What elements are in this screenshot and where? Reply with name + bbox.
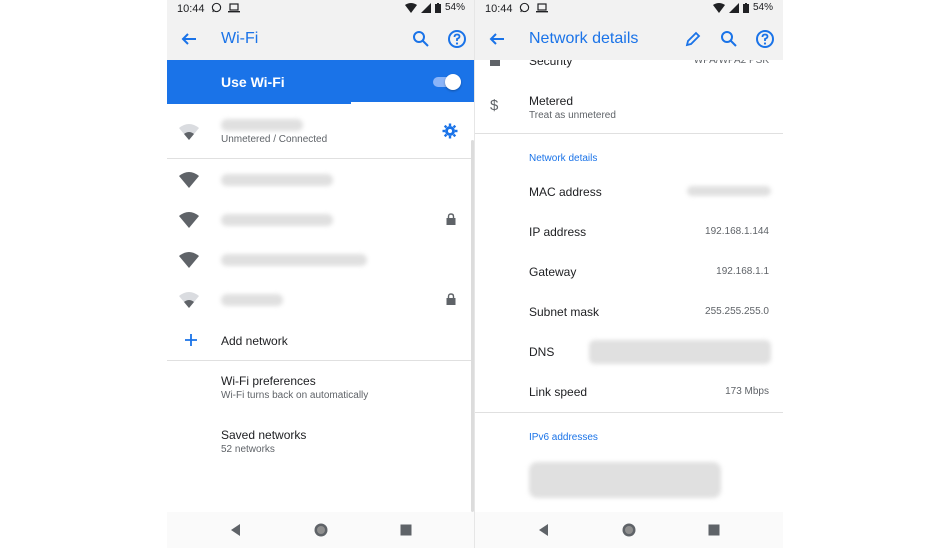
search-icon[interactable] xyxy=(411,29,431,49)
divider xyxy=(475,412,783,413)
detail-label: IP address xyxy=(529,225,587,239)
wifi-screen: 10:44 54% Wi-Fi Use Wi-Fi Unmetered / Co… xyxy=(167,0,475,548)
lock-icon xyxy=(446,293,456,305)
detail-value: 173 Mbps xyxy=(725,386,769,397)
gear-icon[interactable] xyxy=(442,123,458,139)
network-name-redacted xyxy=(221,119,303,131)
app-bar: Wi-Fi xyxy=(167,18,475,60)
detail-label: MAC address xyxy=(529,185,602,199)
battery-percent: 54% xyxy=(752,2,773,13)
wifi-icon xyxy=(179,212,199,228)
network-details-screen: 10:44 54% Security WPA/WPA2 PSK Network … xyxy=(475,0,783,548)
saved-networks-row[interactable]: Saved networks 52 networks xyxy=(167,416,475,468)
detail-value: 255.255.255.0 xyxy=(705,306,769,317)
app-bar: Network details xyxy=(475,18,783,60)
add-network-label: Add network xyxy=(221,334,288,348)
use-wifi-row[interactable]: Use Wi-Fi xyxy=(167,60,475,104)
whatsapp-icon xyxy=(211,2,222,13)
connected-network-row[interactable]: Unmetered / Connected xyxy=(167,104,475,158)
network-row[interactable] xyxy=(167,160,475,200)
laptop-icon xyxy=(536,2,548,12)
page-title: Network details xyxy=(529,30,639,47)
help-icon[interactable] xyxy=(447,29,467,49)
wifi-icon xyxy=(179,172,199,188)
metered-title: Metered xyxy=(529,94,574,108)
page-title: Wi-Fi xyxy=(221,30,259,47)
detail-row-gateway: Gateway 192.168.1.1 xyxy=(475,252,783,292)
wifi-signal-icon xyxy=(712,2,725,13)
cell-signal-icon xyxy=(420,2,431,13)
search-icon[interactable] xyxy=(719,29,739,49)
metered-row[interactable]: $ Metered Treat as unmetered xyxy=(475,86,783,130)
dollar-icon: $ xyxy=(490,97,499,114)
back-nav-icon[interactable] xyxy=(535,521,553,539)
nav-bar xyxy=(475,512,783,548)
laptop-icon xyxy=(228,2,240,12)
recents-nav-icon[interactable] xyxy=(705,521,723,539)
network-name-redacted xyxy=(221,174,333,186)
detail-row-link-speed: Link speed 173 Mbps xyxy=(475,372,783,412)
wifi-icon xyxy=(179,292,199,308)
battery-icon xyxy=(434,2,441,13)
wifi-toggle[interactable] xyxy=(433,74,461,90)
status-time: 10:44 xyxy=(485,3,513,15)
battery-icon xyxy=(742,2,749,13)
detail-value: 192.168.1.1 xyxy=(716,266,769,277)
network-name-redacted xyxy=(221,214,333,226)
divider xyxy=(167,360,475,361)
network-row[interactable] xyxy=(167,240,475,280)
network-name-redacted xyxy=(221,294,283,306)
detail-row-mac: MAC address xyxy=(475,172,783,212)
pref-title: Wi-Fi preferences xyxy=(221,374,316,388)
network-row[interactable] xyxy=(167,200,475,240)
home-nav-icon[interactable] xyxy=(620,521,638,539)
status-bar: 10:44 54% xyxy=(167,0,475,18)
detail-row-dns: DNS xyxy=(475,332,783,372)
saved-title: Saved networks xyxy=(221,428,307,442)
add-network-row[interactable]: Add network xyxy=(167,320,475,360)
edit-pencil-icon[interactable] xyxy=(683,29,703,49)
mac-redacted xyxy=(687,186,771,196)
detail-label: Gateway xyxy=(529,265,577,279)
battery-percent: 54% xyxy=(444,2,465,13)
back-arrow-icon[interactable] xyxy=(179,29,199,49)
back-nav-icon[interactable] xyxy=(227,521,245,539)
cell-signal-icon xyxy=(728,2,739,13)
connected-status: Unmetered / Connected xyxy=(221,134,328,145)
divider xyxy=(475,133,783,134)
detail-value: 192.168.1.144 xyxy=(705,226,769,237)
wifi-icon xyxy=(179,124,199,140)
lock-icon xyxy=(446,213,456,225)
use-wifi-label: Use Wi-Fi xyxy=(221,74,285,90)
dns-redacted xyxy=(589,340,771,364)
nav-bar xyxy=(167,512,475,548)
detail-row-subnet: Subnet mask 255.255.255.0 xyxy=(475,292,783,332)
detail-row-ip: IP address 192.168.1.144 xyxy=(475,212,783,252)
network-name-redacted xyxy=(221,254,367,266)
status-time: 10:44 xyxy=(177,3,205,15)
detail-label: Link speed xyxy=(529,385,588,399)
wifi-icon xyxy=(179,252,199,268)
network-row[interactable] xyxy=(167,280,475,320)
section-ipv6: IPv6 addresses xyxy=(529,432,598,443)
recents-nav-icon[interactable] xyxy=(397,521,415,539)
section-network-details: Network details xyxy=(529,153,598,164)
metered-subtitle: Treat as unmetered xyxy=(529,110,616,121)
detail-label: Subnet mask xyxy=(529,305,600,319)
home-nav-icon[interactable] xyxy=(312,521,330,539)
pref-subtitle: Wi-Fi turns back on automatically xyxy=(221,390,369,401)
divider xyxy=(167,158,475,159)
back-arrow-icon[interactable] xyxy=(487,29,507,49)
wifi-signal-icon xyxy=(404,2,417,13)
saved-subtitle: 52 networks xyxy=(221,444,275,455)
whatsapp-icon xyxy=(519,2,530,13)
ipv6-redacted xyxy=(529,462,721,498)
wifi-preferences-row[interactable]: Wi-Fi preferences Wi-Fi turns back on au… xyxy=(167,362,475,414)
help-icon[interactable] xyxy=(755,29,775,49)
status-bar: 10:44 54% xyxy=(475,0,783,18)
plus-icon xyxy=(185,334,197,346)
detail-label: DNS xyxy=(529,345,555,359)
